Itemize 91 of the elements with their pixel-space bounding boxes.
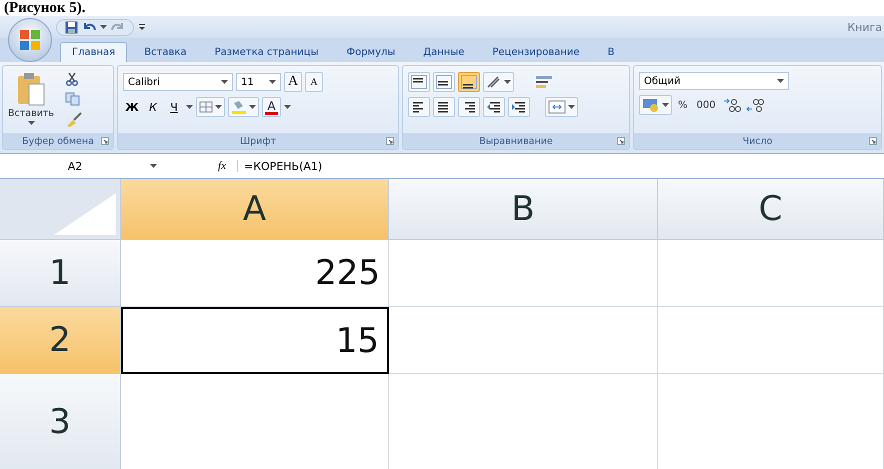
dropdown-icon[interactable] <box>777 79 784 83</box>
table-cell[interactable]: 15 <box>121 307 389 374</box>
office-logo-icon <box>19 29 41 51</box>
dialog-launcher-icon[interactable] <box>869 137 877 145</box>
dropdown-icon[interactable] <box>28 121 34 125</box>
borders-button[interactable] <box>196 97 225 117</box>
save-icon[interactable] <box>65 20 78 34</box>
ribbon-tab[interactable]: В <box>596 43 626 62</box>
dropdown-icon[interactable] <box>249 105 256 109</box>
table-cell[interactable] <box>658 240 884 307</box>
dropdown-icon[interactable] <box>504 80 511 84</box>
group-label: Буфер обмена <box>22 136 94 146</box>
number-format-field[interactable]: Общий <box>639 72 789 90</box>
group-label: Выравнивание <box>479 136 553 146</box>
row-header[interactable]: 2 <box>0 307 121 374</box>
decrease-indent-button[interactable] <box>483 97 505 117</box>
column-header[interactable]: A <box>121 179 389 240</box>
fill-color-button[interactable] <box>228 97 259 117</box>
align-center-button[interactable] <box>433 97 455 117</box>
dropdown-icon[interactable] <box>215 105 222 109</box>
column-header[interactable]: B <box>389 179 658 240</box>
paint-bucket-icon <box>231 100 247 114</box>
align-lines-icon <box>461 75 477 89</box>
name-box[interactable]: A2 <box>0 160 150 172</box>
vertical-align-button[interactable] <box>433 72 455 92</box>
copy-icon[interactable] <box>65 92 82 106</box>
dropdown-icon[interactable] <box>221 80 228 84</box>
row-header[interactable]: 3 <box>0 374 121 469</box>
dropdown-icon[interactable] <box>269 80 276 84</box>
font-style-button[interactable]: К <box>144 97 162 117</box>
merge-cells-icon <box>548 100 566 114</box>
currency-button[interactable] <box>639 95 672 115</box>
table-cell[interactable] <box>658 307 884 374</box>
wrap-text-icon[interactable] <box>535 74 553 90</box>
insert-function-button[interactable]: fx <box>207 160 238 172</box>
dialog-launcher-icon[interactable] <box>617 137 625 145</box>
grow-font-button[interactable]: A <box>284 72 302 92</box>
column-header[interactable]: C <box>658 179 884 240</box>
group-label: Число <box>742 136 772 146</box>
merge-cells-button[interactable] <box>545 97 578 117</box>
ribbon-tab[interactable]: Главная <box>60 42 128 62</box>
font-style-button[interactable]: Ч <box>165 97 183 117</box>
increase-indent-button[interactable] <box>508 97 530 117</box>
thousands-button[interactable]: 000 <box>694 100 719 110</box>
ribbon-tab[interactable]: Разметка страницы <box>204 43 330 62</box>
brush-icon[interactable] <box>65 112 84 128</box>
align-left-button[interactable] <box>408 97 430 117</box>
font-size-field[interactable]: 11 <box>236 73 281 91</box>
caption-text: (Рисунок 5). <box>3 0 87 16</box>
dropdown-icon[interactable] <box>186 105 193 109</box>
vertical-align-button[interactable] <box>458 72 480 92</box>
dialog-launcher-icon[interactable] <box>101 137 109 145</box>
money-icon <box>642 98 660 112</box>
font-style-button[interactable]: Ж <box>123 97 141 117</box>
undo-icon[interactable] <box>82 21 96 33</box>
dropdown-icon[interactable] <box>100 25 107 29</box>
dropdown-icon[interactable] <box>150 164 157 168</box>
diagonal-lines-icon <box>486 75 502 89</box>
vertical-align-button[interactable] <box>408 72 430 92</box>
shrink-font-button[interactable]: A <box>305 72 323 92</box>
customize-toolbar-icon[interactable] <box>138 23 146 31</box>
percent-button[interactable]: % <box>675 100 691 110</box>
dropdown-icon[interactable] <box>662 103 669 107</box>
ribbon-tab[interactable]: Рецензирование <box>481 43 591 62</box>
borders-icon <box>199 101 213 113</box>
window-title: Книга <box>847 20 883 34</box>
decrease-decimal-icon[interactable] <box>744 97 765 113</box>
align-lines-icon <box>436 75 452 89</box>
ribbon-tab[interactable]: Данные <box>412 43 476 62</box>
align-lines-icon <box>411 75 427 89</box>
clipboard-icon[interactable] <box>16 72 46 106</box>
dialog-launcher-icon[interactable] <box>386 137 394 145</box>
ribbon-tab[interactable]: Формулы <box>335 43 406 62</box>
table-cell[interactable] <box>389 307 658 374</box>
table-cell[interactable]: 225 <box>121 240 389 307</box>
dropdown-icon[interactable] <box>284 105 291 109</box>
dropdown-icon[interactable] <box>568 105 575 109</box>
paste-label[interactable]: Вставить <box>8 108 54 119</box>
row-header[interactable]: 1 <box>0 240 121 307</box>
scissors-icon[interactable] <box>65 72 80 86</box>
ribbon-tab[interactable]: Вставка <box>133 43 198 62</box>
font-color-button[interactable]: A <box>262 97 281 117</box>
decrease-indent-icon <box>486 99 502 115</box>
group-label: Шрифт <box>240 136 276 146</box>
table-cell[interactable] <box>389 240 658 307</box>
increase-decimal-icon[interactable] <box>722 97 742 113</box>
increase-indent-icon <box>511 99 527 115</box>
formula-field[interactable]: =КОРЕНЬ(A1) <box>238 160 322 172</box>
orientation-button[interactable] <box>483 72 514 92</box>
align-right-button[interactable] <box>458 97 480 117</box>
font-name-field[interactable]: Calibri <box>123 73 233 91</box>
